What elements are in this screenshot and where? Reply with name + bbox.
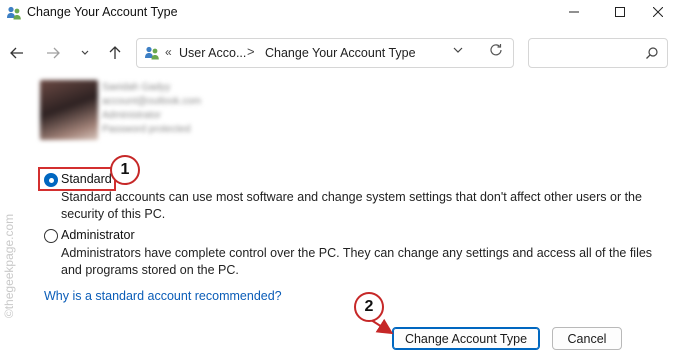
forward-button[interactable] xyxy=(42,42,64,64)
administrator-description-line1: Administrators have complete control ove… xyxy=(61,246,653,260)
up-button[interactable] xyxy=(104,42,126,64)
chevron-down-icon xyxy=(81,50,89,55)
step-1-badge: 1 xyxy=(110,155,140,185)
step-2-badge: 2 xyxy=(354,292,384,322)
address-overflow-button[interactable]: « xyxy=(165,45,172,59)
back-button[interactable] xyxy=(6,42,28,64)
standard-account-help-link[interactable]: Why is a standard account recommended? xyxy=(44,289,282,303)
user-accounts-icon xyxy=(6,5,22,21)
breadcrumb-user-accounts[interactable]: User Acco... xyxy=(179,46,246,60)
user-account-card: Saeidah Gadyy account@outlook.com Admini… xyxy=(40,80,280,146)
change-account-type-button[interactable]: Change Account Type xyxy=(392,327,540,350)
refresh-icon xyxy=(490,44,502,56)
standard-label[interactable]: Standard xyxy=(61,172,112,186)
refresh-button[interactable] xyxy=(489,43,503,60)
standard-radio[interactable] xyxy=(44,173,58,187)
arrow-right-icon xyxy=(47,47,60,59)
recent-locations-button[interactable] xyxy=(74,42,96,64)
breadcrumb-separator[interactable]: > xyxy=(247,44,255,59)
address-dropdown-button[interactable] xyxy=(453,45,463,57)
administrator-label[interactable]: Administrator xyxy=(61,228,135,242)
search-icon xyxy=(645,46,659,60)
standard-description-line2: security of this PC. xyxy=(61,207,166,221)
search-input[interactable] xyxy=(528,38,668,68)
user-name: Saeidah Gadyy xyxy=(102,82,171,93)
minimize-button[interactable] xyxy=(552,0,596,24)
user-password-status: Password protected xyxy=(102,124,191,135)
window-title: Change Your Account Type xyxy=(27,5,178,19)
navigation-bar: « User Acco... > Change Your Account Typ… xyxy=(0,34,680,70)
watermark: ©thegeekpage.com xyxy=(2,196,16,336)
close-button[interactable] xyxy=(636,0,680,24)
chevron-down-icon xyxy=(453,47,463,53)
arrow-left-icon xyxy=(10,47,23,59)
administrator-description-line2: and programs stored on the PC. xyxy=(61,263,239,277)
standard-description-line1: Standard accounts can use most software … xyxy=(61,190,642,204)
cancel-button[interactable]: Cancel xyxy=(552,327,622,350)
address-bar[interactable]: « User Acco... > Change Your Account Typ… xyxy=(136,38,514,68)
user-email: account@outlook.com xyxy=(102,96,202,107)
user-details: Saeidah Gadyy account@outlook.com Admini… xyxy=(102,82,272,138)
user-accounts-icon xyxy=(143,45,161,61)
title-bar: Change Your Account Type xyxy=(0,0,680,26)
watermark-text: ©thegeekpage.com xyxy=(2,213,16,319)
avatar xyxy=(40,80,98,140)
administrator-radio[interactable] xyxy=(44,229,58,243)
arrow-up-icon xyxy=(109,46,121,59)
breadcrumb-current[interactable]: Change Your Account Type xyxy=(265,46,416,60)
user-account-type: Administrator xyxy=(102,110,161,121)
